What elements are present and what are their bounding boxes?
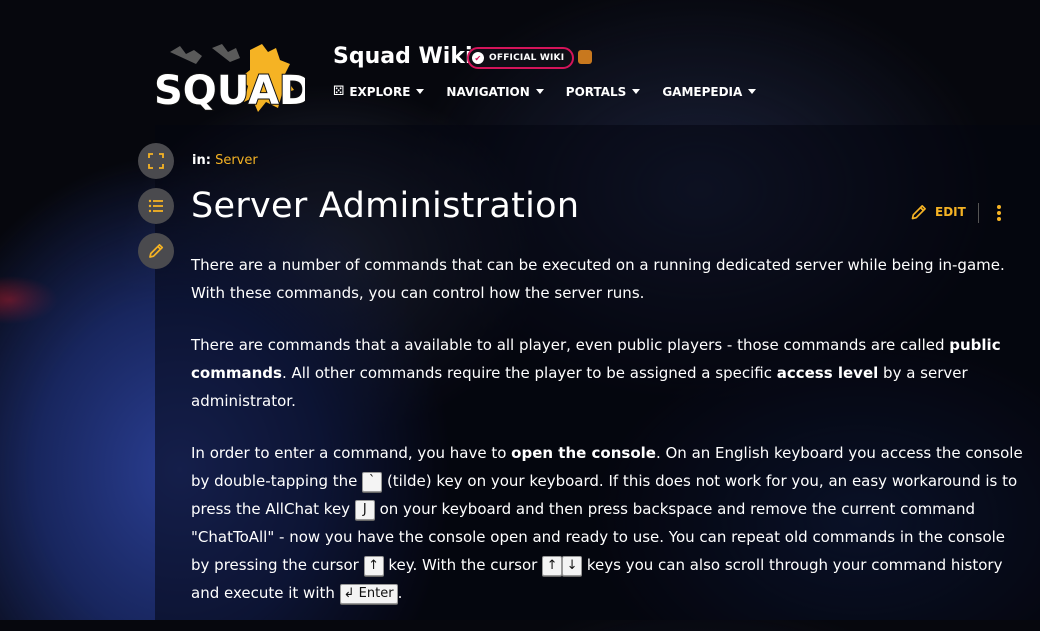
paragraph-3: In order to enter a command, you have to… [191, 439, 1026, 607]
breadcrumb-prefix: in: [192, 153, 211, 168]
pencil-edit-icon [149, 243, 164, 258]
key-down: ↓ [562, 555, 583, 576]
text: key. With the cursor [383, 556, 543, 574]
logo-text: SQUAD [154, 68, 305, 114]
key-enter: ↲ Enter [339, 583, 398, 604]
nav-gamepedia[interactable]: GAMEPEDIA [662, 84, 757, 99]
community-icon[interactable] [578, 50, 592, 64]
paragraph-2: There are commands that a available to a… [191, 331, 1026, 415]
fullscreen-button[interactable] [138, 143, 174, 179]
divider [978, 203, 979, 223]
official-wiki-badge: ✔ OFFICIAL WIKI [467, 47, 575, 69]
toc-list-icon [148, 199, 163, 213]
page-title: Server Administration [191, 186, 580, 226]
nav-gamepedia-label: GAMEPEDIA [662, 84, 743, 99]
key-j: J [354, 499, 375, 520]
caret-down-icon [748, 89, 757, 94]
nav-portals-label: PORTALS [565, 84, 627, 99]
key-tilde: ` [362, 471, 383, 492]
bold-text: open the console [511, 444, 656, 462]
caret-down-icon [416, 89, 425, 94]
article-body: There are a number of commands that can … [191, 251, 1026, 631]
caret-down-icon [632, 89, 641, 94]
breadcrumb-link-server[interactable]: Server [215, 153, 258, 168]
toc-button[interactable] [138, 188, 174, 224]
nav-explore[interactable]: ⚄ EXPLORE [333, 84, 425, 99]
kebab-dot [997, 217, 1001, 221]
fullscreen-icon [148, 153, 164, 169]
side-edit-button[interactable] [138, 233, 174, 269]
caret-down-icon [535, 89, 544, 94]
pencil-icon [911, 205, 926, 220]
text: There are commands that a available to a… [191, 336, 950, 354]
check-icon: ✔ [472, 52, 484, 64]
kebab-dot [997, 211, 1001, 215]
kebab-menu-icon [997, 205, 1001, 209]
edit-button[interactable]: EDIT [910, 203, 966, 221]
edit-label: EDIT [935, 205, 966, 219]
wiki-title[interactable]: Squad Wiki [333, 44, 473, 69]
bold-text: access level [776, 364, 879, 382]
text: . All other commands require the player … [281, 364, 777, 382]
top-nav: ⚄ EXPLORE NAVIGATION PORTALS GAMEPEDIA [333, 84, 778, 99]
text: In order to enter a command, you have to [191, 444, 512, 462]
text: . [397, 584, 403, 602]
paragraph-1: There are a number of commands that can … [191, 256, 1005, 302]
squad-logo[interactable]: SQUAD [150, 42, 305, 114]
dice-icon: ⚄ [333, 84, 345, 99]
more-actions-button[interactable] [992, 203, 1006, 223]
badge-label: OFFICIAL WIKI [489, 53, 565, 63]
nav-portals[interactable]: PORTALS [566, 84, 641, 99]
breadcrumb: in: Server [192, 153, 258, 168]
key-up: ↑ [363, 555, 384, 576]
nav-navigation-label: NAVIGATION [446, 84, 530, 99]
nav-navigation[interactable]: NAVIGATION [446, 84, 544, 99]
key-up: ↑ [542, 555, 563, 576]
nav-explore-label: EXPLORE [349, 84, 411, 99]
